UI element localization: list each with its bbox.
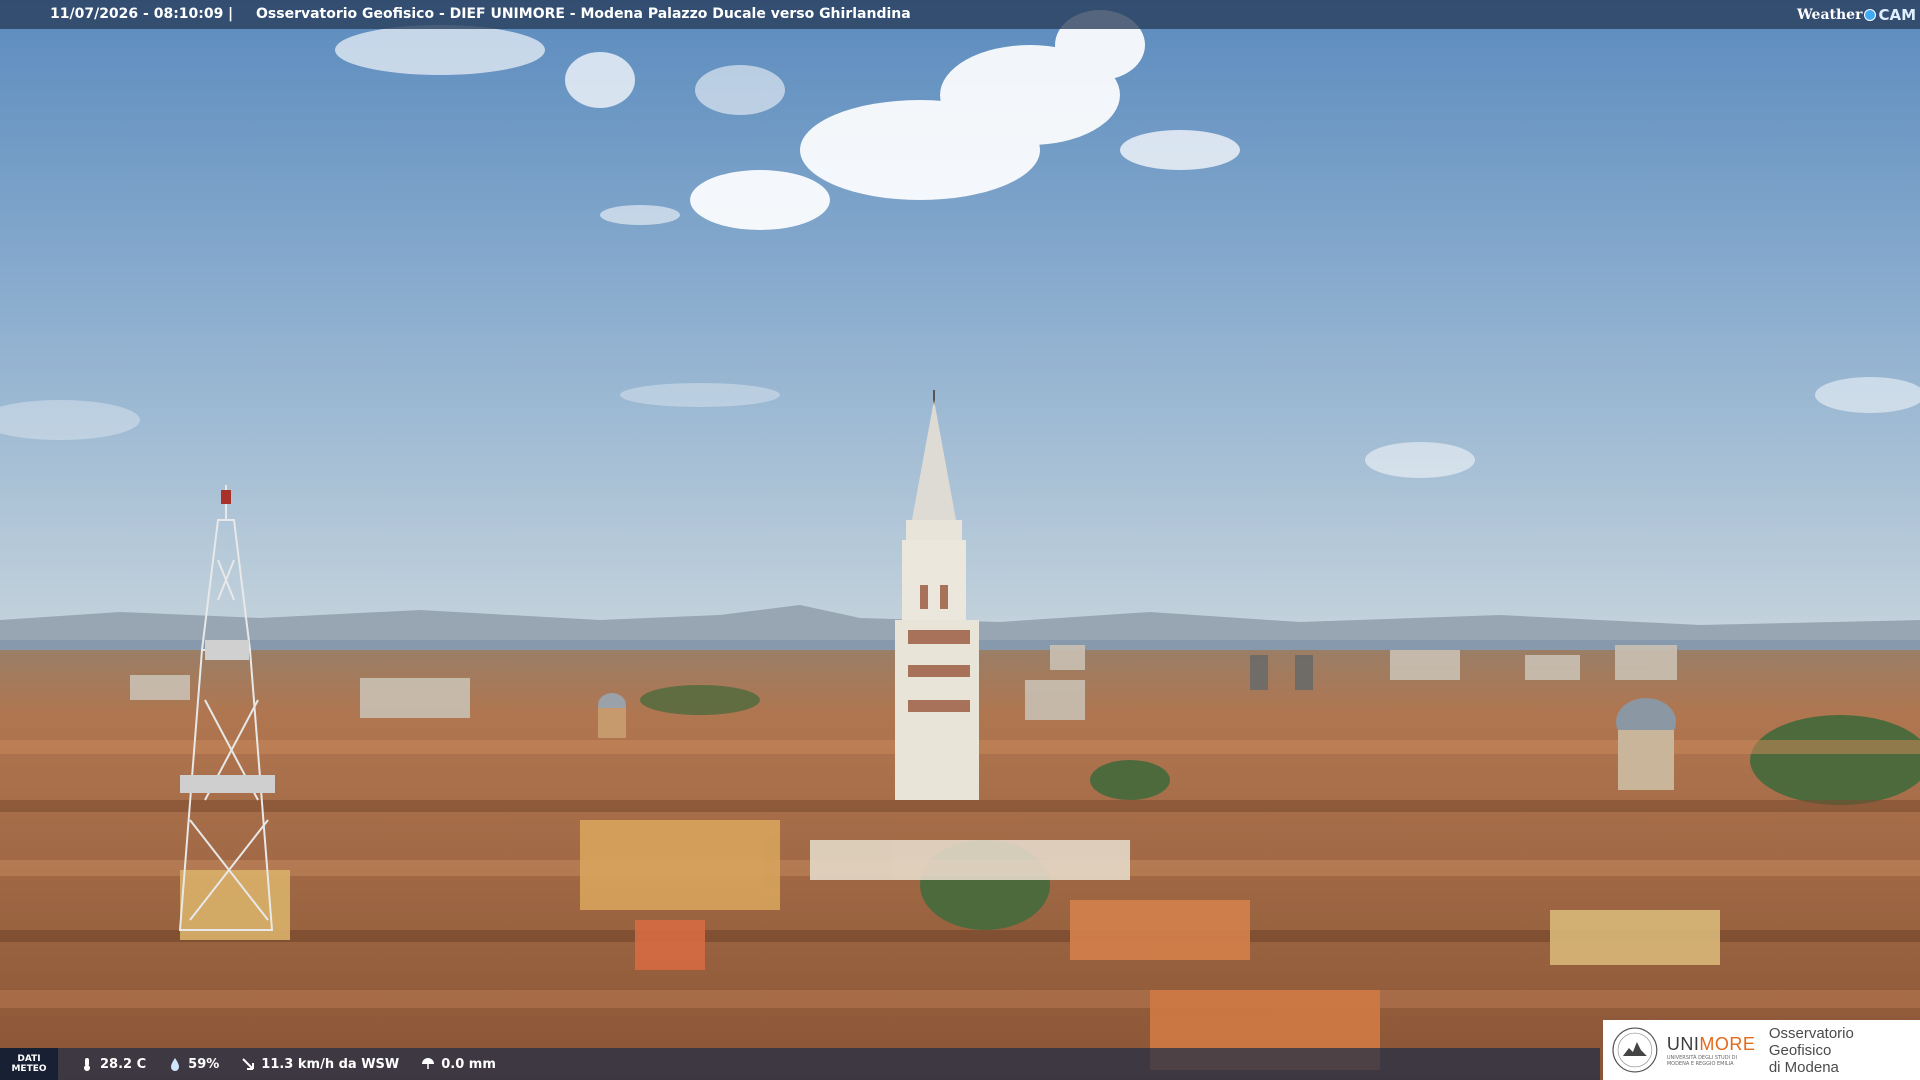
observatory-name-line1: Osservatorio Geofisico [1768, 1024, 1854, 1059]
dati-meteo-badge-line1: DATI [17, 1054, 41, 1064]
unimore-wordmark: UNIMORE UNIVERSITÀ DEGLI STUDI DI MODENA… [1667, 1034, 1757, 1067]
dati-meteo-badge-line2: METEO [11, 1064, 47, 1074]
weathercam-logo: Weather CAM [1797, 3, 1916, 27]
temperature-value: 28.2 C [100, 1056, 147, 1072]
weathercam-logo-cam: CAM [1878, 6, 1916, 24]
observatory-name-line2: di Modena [1768, 1058, 1839, 1076]
umbrella-icon [422, 1058, 435, 1069]
temperature-readout: 28.2 C [80, 1057, 146, 1072]
caption-separator: | [228, 6, 234, 22]
weather-data-bar: DATI METEO 28.2 C 59% 11.3 km/h da WSW 0… [0, 1048, 1600, 1080]
humidity-readout: 59% [168, 1057, 219, 1072]
humidity-value: 59% [188, 1056, 220, 1072]
webcam-scene [0, 0, 1920, 1080]
wind-readout: 11.3 km/h da WSW [241, 1057, 399, 1072]
location-caption: Osservatorio Geofisico - DIEF UNIMORE - … [256, 6, 911, 22]
university-crest-icon [1612, 1027, 1658, 1073]
unimore-subtitle: UNIVERSITÀ DEGLI STUDI DI MODENA E REGGI… [1666, 1054, 1737, 1067]
dati-meteo-badge: DATI METEO [0, 1048, 58, 1080]
top-caption-bar: 11/07/2026 - 08:10:09 | Osservatorio Geo… [0, 0, 1920, 29]
thermometer-icon [84, 1058, 90, 1071]
wind-direction-icon [242, 1058, 255, 1070]
observatory-name: Osservatorio Geofisico di Modena [1769, 1025, 1920, 1076]
rain-readout: 0.0 mm [421, 1057, 496, 1072]
water-drop-icon [171, 1058, 180, 1071]
camera-lens-icon [1864, 9, 1877, 21]
wind-value: 11.3 km/h da WSW [261, 1056, 400, 1072]
weathercam-logo-weather: Weather [1796, 7, 1863, 23]
unimore-name: UNIMORE [1666, 1033, 1756, 1054]
unimore-logo-panel: UNIMORE UNIVERSITÀ DEGLI STUDI DI MODENA… [1603, 1020, 1920, 1080]
rain-value: 0.0 mm [441, 1056, 496, 1072]
timestamp: 11/07/2026 - 08:10:09 [50, 6, 224, 22]
